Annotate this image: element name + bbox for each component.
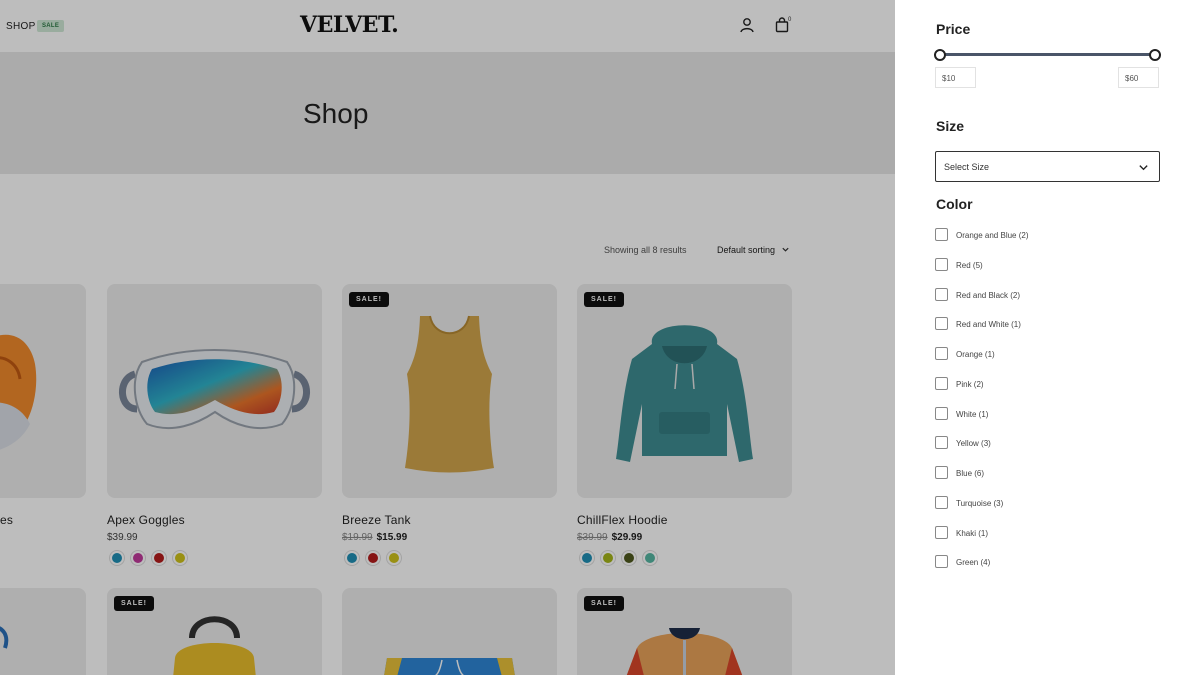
color-option-label: White (1) <box>956 410 989 419</box>
checkbox[interactable] <box>935 347 948 360</box>
color-option-label: Red and White (1) <box>956 320 1021 329</box>
color-option[interactable]: Red (5) <box>935 258 1135 272</box>
size-select-value[interactable]: Select Size <box>944 162 989 172</box>
color-option[interactable]: Khaki (1) <box>935 526 1135 540</box>
checkbox[interactable] <box>935 436 948 449</box>
color-option-label: Turquoise (3) <box>956 499 1004 508</box>
color-filter-title: Color <box>936 196 973 212</box>
checkbox[interactable] <box>935 288 948 301</box>
color-option[interactable]: Blue (6) <box>935 466 1135 480</box>
color-option[interactable]: Orange and Blue (2) <box>935 228 1135 242</box>
price-slider-min-handle[interactable] <box>934 49 946 61</box>
filter-drawer <box>895 0 1200 675</box>
color-option[interactable]: Red and Black (2) <box>935 288 1135 302</box>
color-option[interactable]: Green (4) <box>935 555 1135 569</box>
color-option-label: Red and Black (2) <box>956 291 1021 300</box>
checkbox[interactable] <box>935 258 948 271</box>
color-option-label: Blue (6) <box>956 469 985 478</box>
color-option[interactable]: Orange (1) <box>935 347 1135 361</box>
color-option-label: Khaki (1) <box>956 529 989 538</box>
color-option-label: Orange and Blue (2) <box>956 231 1029 240</box>
color-option[interactable]: Pink (2) <box>935 377 1135 391</box>
price-filter-title: Price <box>936 21 971 37</box>
color-option[interactable]: Turquoise (3) <box>935 496 1135 510</box>
chevron-down-icon[interactable] <box>1138 162 1149 173</box>
checkbox[interactable] <box>935 526 948 539</box>
color-option-label: Red (5) <box>956 261 983 270</box>
checkbox[interactable] <box>935 228 948 241</box>
checkbox[interactable] <box>935 466 948 479</box>
checkbox[interactable] <box>935 496 948 509</box>
price-max-input[interactable]: $60 <box>1118 67 1159 88</box>
price-slider-track[interactable] <box>940 53 1155 56</box>
color-option[interactable]: Red and White (1) <box>935 317 1135 331</box>
checkbox[interactable] <box>935 377 948 390</box>
size-filter-title: Size <box>936 118 965 134</box>
color-option[interactable]: White (1) <box>935 407 1135 421</box>
color-option-label: Pink (2) <box>956 380 984 389</box>
price-slider-max-handle[interactable] <box>1149 49 1161 61</box>
checkbox[interactable] <box>935 555 948 568</box>
color-option-label: Yellow (3) <box>956 439 991 448</box>
color-option-label: Green (4) <box>956 558 991 567</box>
checkbox[interactable] <box>935 407 948 420</box>
color-option[interactable]: Yellow (3) <box>935 436 1135 450</box>
price-min-input[interactable]: $10 <box>935 67 976 88</box>
checkbox[interactable] <box>935 317 948 330</box>
modal-backdrop[interactable] <box>0 0 895 675</box>
color-option-label: Orange (1) <box>956 350 995 359</box>
